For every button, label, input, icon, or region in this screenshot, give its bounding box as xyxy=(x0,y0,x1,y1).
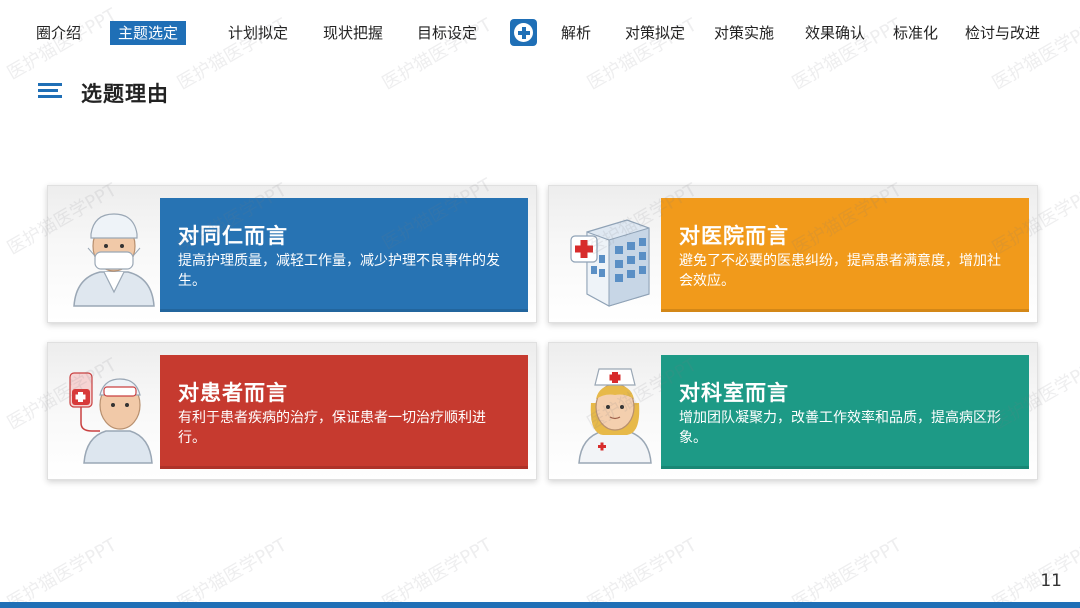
card-patients: 对患者而言 有利于患者疾病的治疗，保证患者一切治疗顺利进行。 xyxy=(47,342,537,480)
card-title: 对医院而言 xyxy=(679,224,789,248)
page-number: 11 xyxy=(1040,571,1062,591)
watermark: 医护猫医学PPT xyxy=(788,534,906,608)
nav-item-effect[interactable]: 效果确认 xyxy=(805,21,865,45)
card-panel-department: 对科室而言 增加团队凝聚力，改善工作效率和品质，提高病区形象。 xyxy=(661,355,1029,469)
card-panel-hospital: 对医院而言 避免了不必要的医患纠纷，提高患者满意度，增加社会效应。 xyxy=(661,198,1029,312)
page-title: 选题理由 xyxy=(81,82,169,106)
card-department: 对科室而言 增加团队凝聚力，改善工作效率和品质，提高病区形象。 xyxy=(548,342,1038,480)
menu-lines-icon xyxy=(38,83,62,99)
top-nav: 圈介绍 主题选定 计划拟定 现状把握 目标设定 解析 对策拟定 对策实施 效果确… xyxy=(0,0,1080,62)
nav-item-standardize[interactable]: 标准化 xyxy=(893,21,938,45)
nurse-with-cap-icon xyxy=(578,368,652,464)
nav-item-analysis[interactable]: 解析 xyxy=(561,21,591,45)
watermark: 医护猫医学PPT xyxy=(583,534,701,608)
card-body: 增加团队凝聚力，改善工作效率和品质，提高病区形象。 xyxy=(679,410,1001,446)
card-panel-colleagues: 对同仁而言 提高护理质量，减轻工作量，减少护理不良事件的发生。 xyxy=(160,198,528,312)
nav-item-topic-selection[interactable]: 主题选定 xyxy=(110,21,187,45)
watermark: 医护猫医学PPT xyxy=(988,534,1080,608)
nav-item-target[interactable]: 目标设定 xyxy=(417,21,477,45)
nav-item-circle-intro[interactable]: 圈介绍 xyxy=(36,21,81,45)
nurse-with-mask-icon xyxy=(73,213,155,307)
watermark: 医护猫医学PPT xyxy=(378,534,496,608)
card-title: 对同仁而言 xyxy=(178,224,288,248)
bottom-accent-bar xyxy=(0,602,1080,608)
card-title: 对科室而言 xyxy=(679,381,789,405)
plus-circle-icon[interactable] xyxy=(510,19,537,46)
card-body: 有利于患者疾病的治疗，保证患者一切治疗顺利进行。 xyxy=(178,410,486,446)
card-body: 提高护理质量，减轻工作量，减少护理不良事件的发生。 xyxy=(178,253,500,289)
card-panel-patients: 对患者而言 有利于患者疾病的治疗，保证患者一切治疗顺利进行。 xyxy=(160,355,528,469)
watermark: 医护猫医学PPT xyxy=(173,534,291,608)
nav-item-countermeasure-impl[interactable]: 对策实施 xyxy=(714,21,774,45)
nav-item-countermeasure-plan[interactable]: 对策拟定 xyxy=(625,21,685,45)
hospital-building-icon xyxy=(570,219,650,307)
card-title: 对患者而言 xyxy=(178,381,288,405)
card-body: 避免了不必要的医患纠纷，提高患者满意度，增加社会效应。 xyxy=(679,253,1001,289)
patient-with-iv-icon xyxy=(69,372,153,464)
card-colleagues: 对同仁而言 提高护理质量，减轻工作量，减少护理不良事件的发生。 xyxy=(47,185,537,323)
card-hospital: 对医院而言 避免了不必要的医患纠纷，提高患者满意度，增加社会效应。 xyxy=(548,185,1038,323)
nav-item-plan[interactable]: 计划拟定 xyxy=(228,21,288,45)
nav-item-status[interactable]: 现状把握 xyxy=(323,21,383,45)
watermark: 医护猫医学PPT xyxy=(3,534,121,608)
nav-item-review[interactable]: 检讨与改进 xyxy=(965,21,1040,45)
